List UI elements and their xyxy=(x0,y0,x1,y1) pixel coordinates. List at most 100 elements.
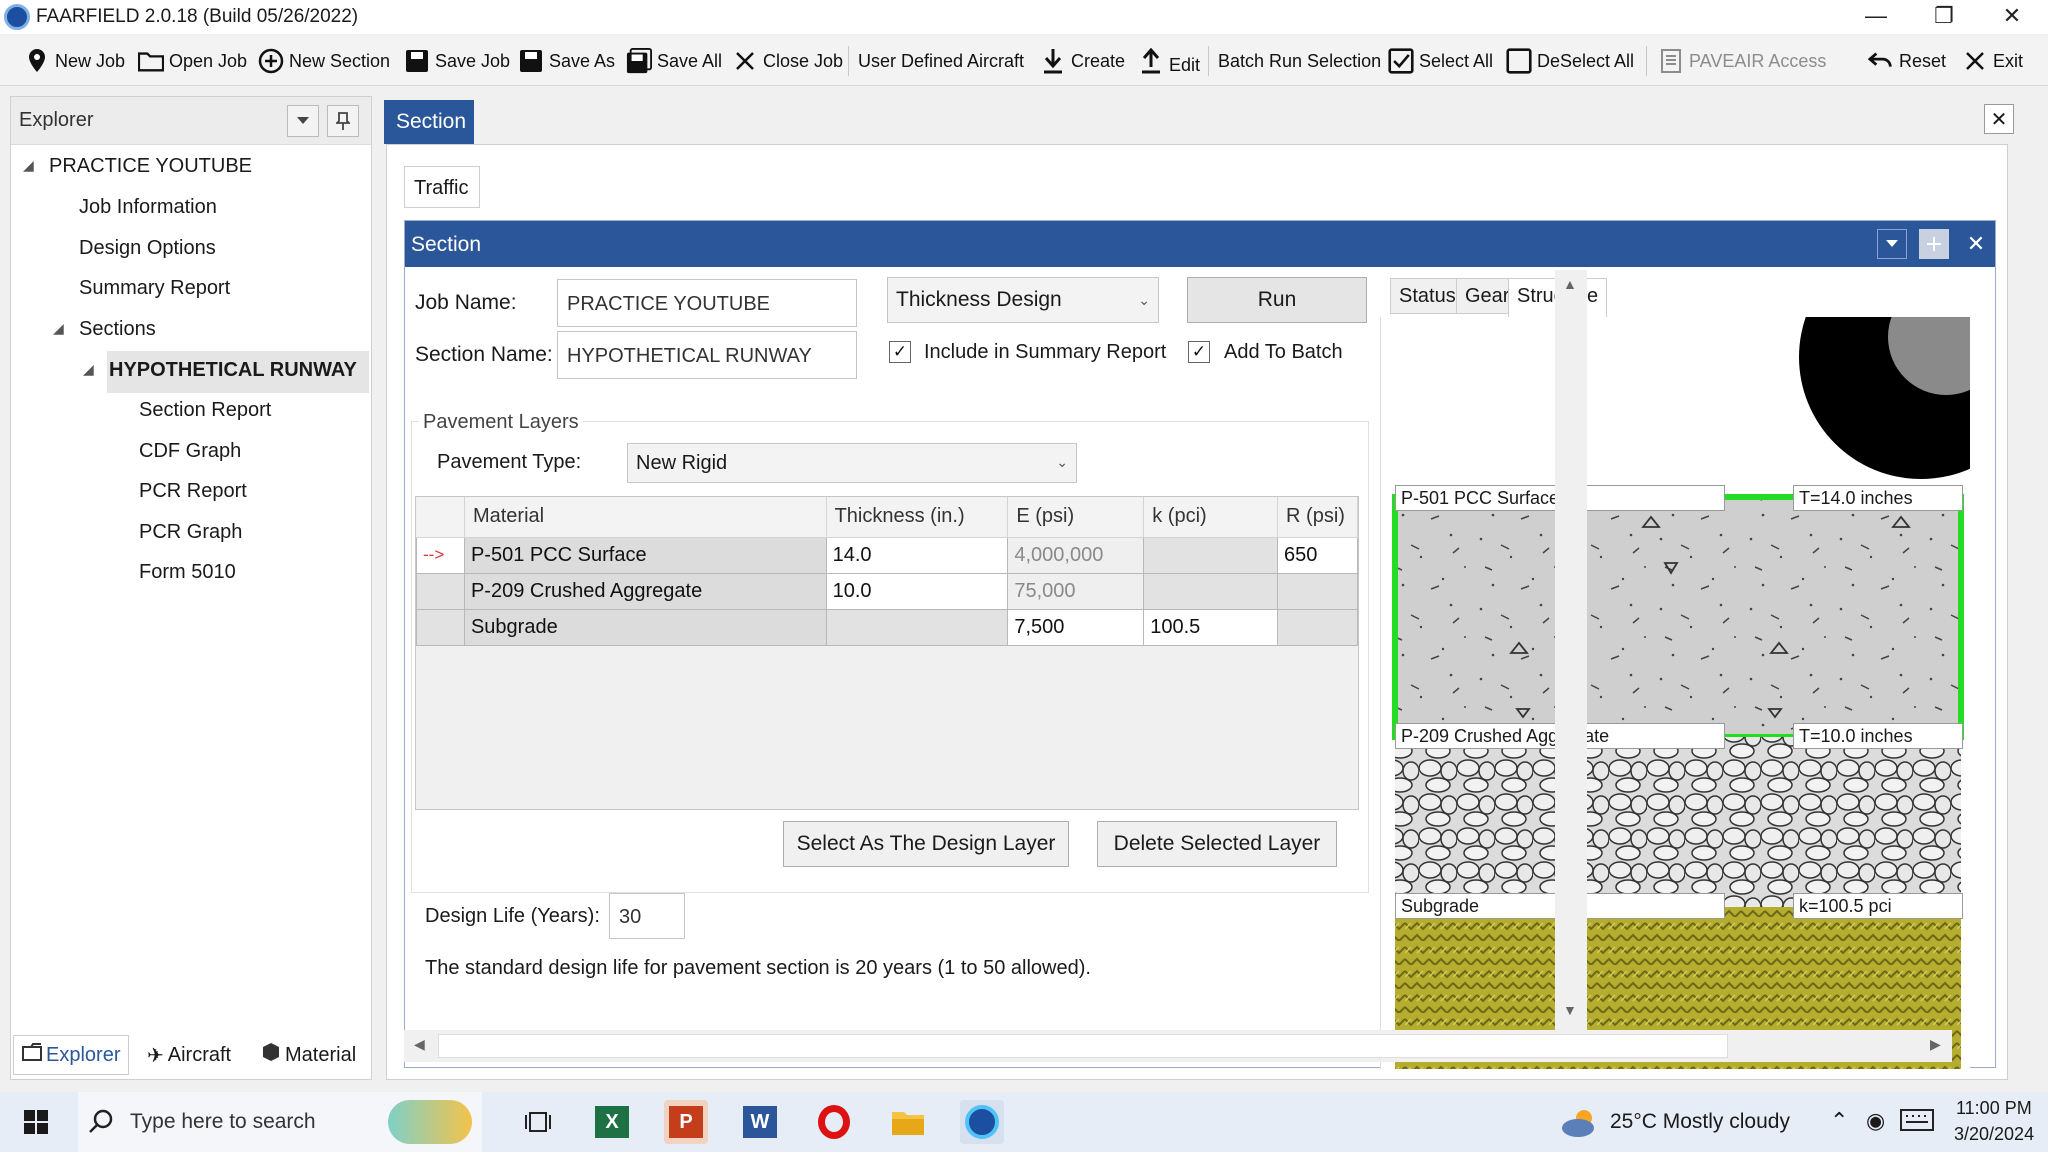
clock-time[interactable]: 11:00 PM xyxy=(1956,1098,2032,1119)
opera-icon[interactable] xyxy=(812,1100,856,1144)
faarfield-taskbar-icon[interactable] xyxy=(960,1100,1004,1144)
add-to-batch-checkbox[interactable]: ✓ xyxy=(1188,341,1210,363)
k-cell[interactable] xyxy=(1143,572,1279,610)
expanded-triangle-icon[interactable]: ◢ xyxy=(53,320,64,337)
pcc-surface-layer[interactable] xyxy=(1392,494,1964,740)
windows-start-icon[interactable] xyxy=(14,1100,58,1144)
tab-aircraft[interactable]: ✈ Aircraft xyxy=(139,1035,239,1075)
restore-button[interactable]: ❐ xyxy=(1910,0,1978,34)
close-job-button[interactable]: Close Job xyxy=(732,44,843,78)
powerpoint-icon[interactable]: P xyxy=(664,1100,708,1144)
tree-item-pcr-report[interactable]: PCR Report xyxy=(139,480,247,503)
search-box[interactable]: Type here to search xyxy=(78,1092,482,1152)
chevron-down-icon[interactable] xyxy=(287,105,319,137)
excel-icon[interactable]: X xyxy=(590,1100,634,1144)
dock-icon[interactable] xyxy=(1919,229,1949,259)
column-header-material[interactable]: Material xyxy=(464,497,827,538)
expanded-triangle-icon[interactable]: ◢ xyxy=(23,157,34,174)
k-cell[interactable]: 100.5 xyxy=(1143,608,1279,646)
vertical-scrollbar[interactable]: ▲ ▼ xyxy=(1555,270,1587,1030)
tab-section-document[interactable]: Section xyxy=(384,100,474,144)
weather-text[interactable]: 25°C Mostly cloudy xyxy=(1610,1110,1790,1134)
close-window-button[interactable]: ✕ xyxy=(1978,0,2046,34)
k-cell[interactable] xyxy=(1143,536,1279,574)
scroll-thumb[interactable] xyxy=(438,1034,1728,1058)
thickness-cell[interactable]: 14.0 xyxy=(825,536,1009,574)
location-icon[interactable]: ◉ xyxy=(1866,1108,1885,1134)
keyboard-icon[interactable] xyxy=(1900,1108,1934,1138)
tree-item-sections[interactable]: Sections xyxy=(79,318,156,341)
pavement-type-select[interactable]: New Rigid ⌄ xyxy=(627,443,1077,483)
column-header-thickness[interactable]: Thickness (in.) xyxy=(826,497,1009,538)
tree-item-cdf-graph[interactable]: CDF Graph xyxy=(139,440,241,463)
chevron-down-icon[interactable] xyxy=(1877,229,1907,259)
task-view-icon[interactable] xyxy=(516,1100,560,1144)
select-all-button[interactable]: Select All xyxy=(1388,44,1493,78)
r-cell[interactable] xyxy=(1277,608,1358,646)
column-header-k[interactable]: k (pci) xyxy=(1143,497,1279,538)
expanded-triangle-icon[interactable]: ◢ xyxy=(83,361,94,378)
thickness-cell[interactable]: 10.0 xyxy=(825,572,1009,610)
tab-traffic[interactable]: Traffic xyxy=(404,166,480,208)
tab-explorer[interactable]: Explorer xyxy=(13,1035,130,1075)
tab-material[interactable]: Material xyxy=(253,1035,364,1075)
material-cell[interactable]: P-501 PCC Surface xyxy=(463,536,827,574)
aggregate-layer[interactable] xyxy=(1395,737,1961,907)
file-explorer-icon[interactable] xyxy=(886,1100,930,1144)
paveair-access-button[interactable]: PAVEAIR Access xyxy=(1658,44,1826,78)
pin-panel-icon[interactable] xyxy=(327,105,359,137)
tree-item-form-5010[interactable]: Form 5010 xyxy=(139,561,236,584)
delete-layer-button[interactable]: Delete Selected Layer xyxy=(1097,821,1337,867)
batch-run-selection-button[interactable]: Batch Run Selection xyxy=(1218,44,1381,78)
close-document-icon[interactable]: ✕ xyxy=(1984,104,2014,134)
save-as-button[interactable]: Save As xyxy=(518,44,615,78)
scroll-up-icon[interactable]: ▲ xyxy=(1563,276,1577,292)
table-row[interactable]: P-209 Crushed Aggregate 10.0 75,000 xyxy=(416,572,1358,610)
thickness-cell[interactable] xyxy=(825,608,1009,646)
new-job-button[interactable]: New Job xyxy=(24,44,125,78)
tree-item-design-options[interactable]: Design Options xyxy=(79,237,216,260)
clock-date[interactable]: 3/20/2024 xyxy=(1954,1124,2034,1145)
select-design-layer-button[interactable]: Select As The Design Layer xyxy=(783,821,1069,867)
tree-item-section-report[interactable]: Section Report xyxy=(139,399,271,422)
material-cell[interactable]: P-209 Crushed Aggregate xyxy=(463,572,827,610)
open-job-button[interactable]: Open Job xyxy=(138,44,247,78)
tree-item-section[interactable]: HYPOTHETICAL RUNWAY xyxy=(109,359,357,382)
reset-button[interactable]: Reset xyxy=(1868,44,1946,78)
exit-button[interactable]: Exit xyxy=(1962,44,2023,78)
run-button[interactable]: Run xyxy=(1187,277,1367,323)
include-summary-checkbox[interactable]: ✓ xyxy=(889,341,911,363)
column-header-e[interactable]: E (psi) xyxy=(1007,497,1145,538)
e-cell[interactable]: 75,000 xyxy=(1007,572,1145,610)
material-cell[interactable]: Subgrade xyxy=(463,608,827,646)
horizontal-scrollbar[interactable]: ◀ ▶ xyxy=(404,1030,1952,1062)
tree-item-job-information[interactable]: Job Information xyxy=(79,196,217,219)
tree-item-job[interactable]: PRACTICE YOUTUBE xyxy=(49,155,252,178)
create-button[interactable]: Create xyxy=(1040,44,1125,78)
r-cell[interactable] xyxy=(1277,572,1358,610)
minimize-button[interactable]: — xyxy=(1842,0,1910,34)
design-life-field[interactable]: 30 xyxy=(609,893,685,939)
scroll-down-icon[interactable]: ▼ xyxy=(1563,1002,1577,1018)
e-cell[interactable]: 7,500 xyxy=(1007,608,1145,646)
table-row[interactable]: Subgrade 7,500 100.5 xyxy=(416,608,1358,646)
design-mode-select[interactable]: Thickness Design ⌄ xyxy=(887,277,1159,323)
scroll-left-icon[interactable]: ◀ xyxy=(414,1036,425,1053)
close-panel-icon[interactable]: ✕ xyxy=(1961,229,1991,259)
r-cell[interactable]: 650 xyxy=(1277,536,1358,574)
job-name-field[interactable]: PRACTICE YOUTUBE xyxy=(557,279,857,327)
chevron-up-icon[interactable]: ⌃ xyxy=(1830,1108,1848,1134)
section-name-field[interactable]: HYPOTHETICAL RUNWAY xyxy=(557,331,857,379)
table-row[interactable]: --> P-501 PCC Surface 14.0 4,000,000 650 xyxy=(416,536,1358,574)
save-all-button[interactable]: Save All xyxy=(626,44,722,78)
user-defined-aircraft-button[interactable]: User Defined Aircraft xyxy=(858,44,1024,78)
tree-item-summary-report[interactable]: Summary Report xyxy=(79,277,230,300)
tab-status[interactable]: Status xyxy=(1390,278,1465,314)
tree-item-pcr-graph[interactable]: PCR Graph xyxy=(139,521,242,544)
new-section-button[interactable]: New Section xyxy=(258,44,390,78)
edit-button[interactable]: Edit xyxy=(1138,44,1200,78)
column-header-r[interactable]: R (psi) xyxy=(1277,497,1358,538)
deselect-all-button[interactable]: DeSelect All xyxy=(1506,44,1634,78)
word-icon[interactable]: W xyxy=(738,1100,782,1144)
e-cell[interactable]: 4,000,000 xyxy=(1007,536,1145,574)
